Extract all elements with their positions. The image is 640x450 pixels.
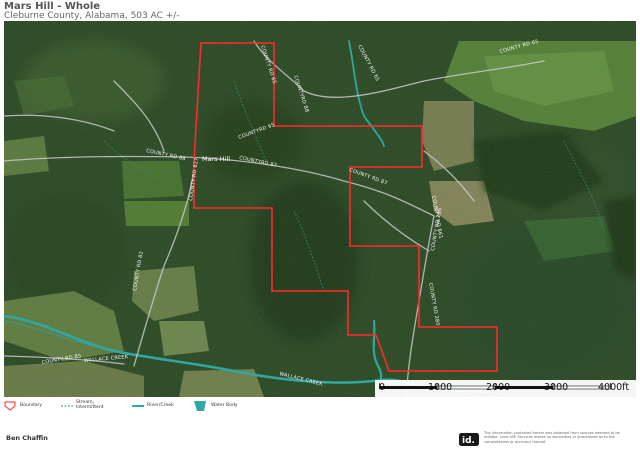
water-body-icon (194, 401, 206, 411)
scale-label-4000ft: 4000ft (598, 382, 629, 393)
legend-label-boundary: Boundary (20, 403, 43, 408)
stream-intermittent-icon (61, 405, 73, 407)
scale-label-2000: 2000 (486, 382, 510, 393)
scale-bar: 0 1000 2000 3000 4000ft (375, 380, 636, 397)
forest-texture (4, 21, 636, 397)
boundary-icon (4, 401, 16, 411)
legend-item-boundary: Boundary (4, 399, 64, 413)
land-id-logo-icon: id. (459, 433, 479, 446)
scale-label-0: 0 (379, 382, 385, 393)
map-header: Mars Hill - Whole Cleburne County, Alaba… (4, 0, 636, 22)
river-creek-icon (132, 405, 144, 407)
scale-label-1000: 1000 (428, 382, 452, 393)
legend-item-river-creek: River/Creek (132, 399, 194, 413)
legend-item-water-body: Water Body (193, 399, 263, 413)
disclaimer-text: The information contained herein was obt… (484, 431, 620, 444)
map-legend: Boundary Stream, Intermittent River/Cree… (4, 399, 636, 413)
legend-label-river-creek: River/Creek (147, 403, 174, 408)
legend-label-stream-intermittent: Stream, Intermittent (76, 400, 104, 410)
legend-item-stream-intermittent: Stream, Intermittent (61, 399, 133, 413)
map-subtitle: Cleburne County, Alabama, 503 AC +/- (4, 11, 180, 21)
legend-label-water-body: Water Body (211, 403, 238, 408)
property-name-label: Mars Hill (202, 155, 230, 163)
land-id-logo: id. (459, 431, 479, 446)
map-canvas: COUNTY RD 65 COUNTY RD 65 COUNTY RD 65 C… (4, 21, 636, 397)
map-footer: Ben Chaffin id. The information containe… (0, 420, 640, 450)
author-name: Ben Chaffin (6, 434, 48, 442)
logo-text: id. (462, 436, 475, 446)
scale-label-3000: 3000 (544, 382, 568, 393)
satellite-map[interactable]: COUNTY RD 65 COUNTY RD 65 COUNTY RD 65 C… (4, 21, 636, 397)
